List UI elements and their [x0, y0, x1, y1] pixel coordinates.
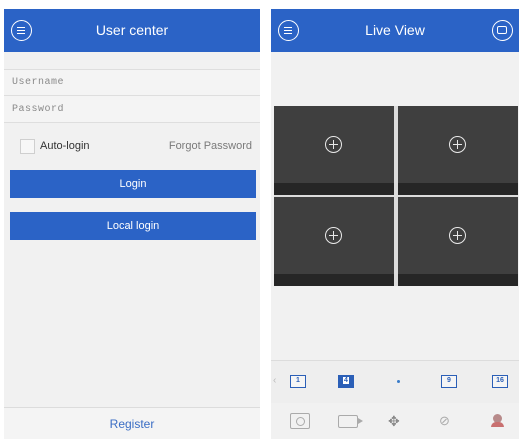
auto-login-checkbox[interactable] [20, 139, 35, 154]
split-selector: ‹ 1 4 9 16 [271, 360, 519, 403]
username-row [4, 69, 260, 96]
auto-login-label: Auto-login [40, 140, 90, 152]
chevron-left-icon[interactable]: ‹ [273, 375, 276, 386]
alarm-icon[interactable] [490, 413, 506, 429]
record-icon[interactable] [338, 415, 363, 428]
header-bar: User center [4, 9, 260, 52]
page-title: User center [95, 22, 169, 38]
mute-icon[interactable]: ⊘ [439, 413, 459, 429]
video-cell-3[interactable] [274, 197, 394, 286]
password-row [4, 96, 260, 123]
username-input[interactable] [4, 70, 260, 95]
video-cell-2[interactable] [398, 106, 518, 195]
split-9-button[interactable]: 9 [441, 375, 457, 388]
login-button[interactable]: Login [10, 170, 256, 198]
password-input[interactable] [4, 96, 260, 122]
add-channel-icon[interactable] [325, 136, 342, 153]
header-bar: Live View [271, 9, 519, 52]
page-indicator-dot [397, 380, 400, 383]
split-1-button[interactable]: 1 [290, 375, 306, 388]
snapshot-icon[interactable] [290, 413, 310, 429]
live-toolbar: ✥ ⊘ [271, 404, 519, 439]
video-grid [274, 106, 518, 286]
forgot-password-link[interactable]: Forgot Password [169, 140, 252, 152]
register-button[interactable]: Register [4, 407, 260, 439]
add-channel-icon[interactable] [449, 227, 466, 244]
add-channel-icon[interactable] [449, 136, 466, 153]
cell-status-bar [398, 274, 518, 286]
local-login-button[interactable]: Local login [10, 212, 256, 240]
device-list-icon[interactable] [492, 20, 513, 41]
ptz-icon[interactable]: ✥ [388, 413, 408, 429]
video-cell-4[interactable] [398, 197, 518, 286]
split-4-button[interactable]: 4 [338, 375, 354, 388]
cell-status-bar [274, 183, 394, 195]
page-title: Live View [365, 22, 425, 38]
video-cell-1[interactable] [274, 106, 394, 195]
user-center-screen: User center Auto-login Forgot Password L… [4, 9, 260, 439]
split-16-button[interactable]: 16 [492, 375, 508, 388]
live-view-screen: Live View ‹ 1 4 9 16 ✥ ⊘ [271, 9, 519, 439]
cell-status-bar [274, 274, 394, 286]
add-channel-icon[interactable] [325, 227, 342, 244]
cell-status-bar [398, 183, 518, 195]
